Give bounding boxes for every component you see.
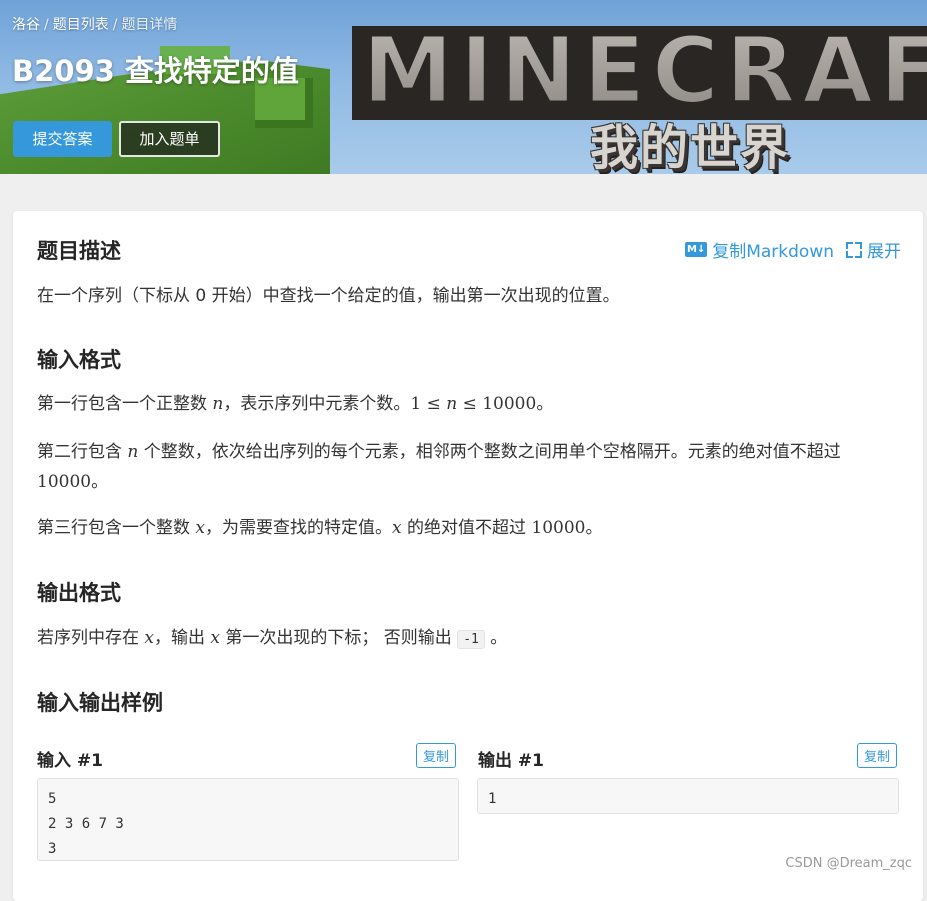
add-to-list-button[interactable]: 加入题单: [119, 121, 220, 157]
submit-answer-button[interactable]: 提交答案: [13, 121, 112, 157]
markdown-icon: M↓: [685, 242, 708, 257]
input-format-title: 输入格式: [37, 348, 121, 372]
breadcrumb: 洛谷 / 题目列表 / 题目详情: [12, 14, 177, 34]
copy-markdown-button[interactable]: M↓ 复制Markdown: [685, 237, 834, 262]
description-text: 在一个序列（下标从 0 开始）中查找一个给定的值，输出第一次出现的位置。: [37, 286, 620, 306]
inline-code: -1: [457, 630, 485, 649]
breadcrumb-item-problem-detail: 题目详情: [121, 17, 178, 33]
expand-button[interactable]: 展开: [846, 237, 901, 262]
input-format-line-3: 第三行包含一个整数 x，为需要查找的特定值。x 的绝对值不超过 10000。: [37, 518, 603, 538]
problem-actions: M↓ 复制Markdown 展开: [685, 237, 901, 262]
breadcrumb-item-problem-list[interactable]: 题目列表: [53, 17, 109, 33]
breadcrumb-separator: /: [112, 17, 118, 33]
expand-label: 展开: [867, 242, 901, 262]
copy-output-button[interactable]: 复制: [857, 743, 898, 768]
expand-icon: [846, 241, 862, 258]
watermark: CSDN @Dream_zqc: [785, 856, 912, 871]
sample-output-label: 输出 #1: [478, 751, 544, 771]
sample-input-box[interactable]: 5 2 3 6 7 3 3: [37, 778, 459, 861]
samples-title: 输入输出样例: [37, 691, 163, 715]
output-format-title: 输出格式: [37, 581, 121, 605]
minecraft-logo-subtitle: 我的世界: [590, 120, 791, 174]
breadcrumb-separator: /: [44, 17, 49, 33]
sample-input-label: 输入 #1: [37, 751, 103, 771]
input-format-line-2: 第二行包含 n 个整数，依次给出序列的每个元素，相邻两个整数之间用单个空格隔开。…: [37, 442, 841, 492]
problem-banner: MINECRAFT 我的世界 洛谷/题目列表/题目详情 B2093 查找特定的值…: [0, 0, 927, 174]
input-format-line-1: 第一行包含一个正整数 n，表示序列中元素个数。1 ≤ n ≤ 10000。: [37, 394, 554, 414]
copy-markdown-label: 复制Markdown: [712, 242, 834, 262]
copy-input-button[interactable]: 复制: [416, 743, 457, 768]
page-title: B2093 查找特定的值: [12, 54, 299, 88]
sample-output-box[interactable]: 1: [477, 778, 899, 814]
output-format-text: 若序列中存在 x，输出 x 第一次出现的下标； 否则输出 -1 。: [37, 628, 508, 649]
problem-card: M↓ 复制Markdown 展开 题目描述 在一个序列（下标从 0 开始）中查找…: [13, 211, 923, 901]
description-title: 题目描述: [37, 239, 121, 263]
breadcrumb-item-luogu[interactable]: 洛谷: [12, 17, 40, 33]
